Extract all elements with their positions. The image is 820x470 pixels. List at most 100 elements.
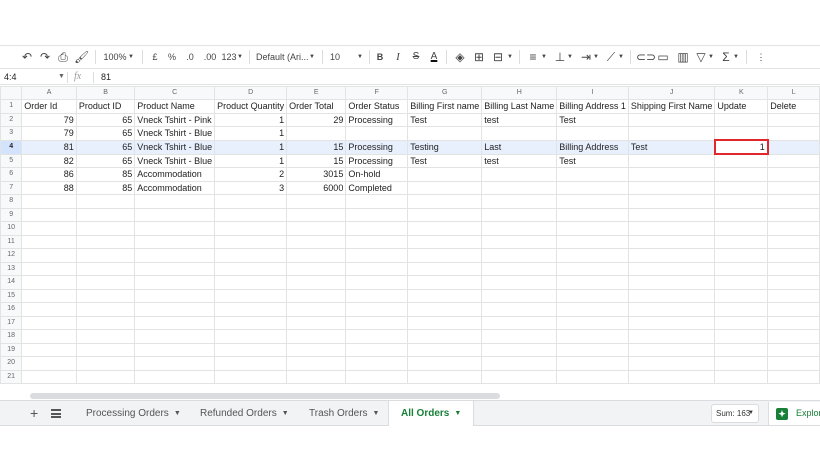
cell[interactable] — [767, 234, 820, 249]
cell[interactable] — [134, 329, 216, 344]
merge-cells-icon[interactable]: ⊟ — [491, 49, 505, 65]
sheet-tab[interactable]: Refunded Orders ▼ — [200, 401, 289, 426]
cell[interactable] — [134, 369, 216, 384]
cell[interactable]: 88 — [21, 180, 77, 195]
cell[interactable] — [481, 126, 558, 141]
cell[interactable] — [407, 288, 483, 303]
cell[interactable] — [134, 248, 216, 263]
explore-button[interactable]: ✦ Explore — [768, 402, 820, 425]
cell[interactable] — [767, 194, 820, 209]
cell[interactable] — [556, 194, 629, 209]
cell[interactable] — [21, 288, 77, 303]
percent-format-button[interactable]: % — [166, 49, 178, 65]
vertical-align-icon[interactable]: ⊥ — [553, 49, 567, 65]
column-header-c[interactable]: C — [134, 86, 216, 100]
cell[interactable] — [21, 207, 77, 222]
row-header[interactable]: 6 — [0, 167, 23, 182]
column-header-i[interactable]: I — [556, 86, 629, 100]
cell[interactable] — [407, 207, 483, 222]
cell[interactable] — [714, 167, 769, 182]
cell[interactable]: Test — [407, 153, 483, 168]
cell[interactable] — [627, 315, 716, 330]
horizontal-align-icon[interactable]: ≡ — [526, 49, 540, 65]
cell[interactable]: 1 — [214, 112, 288, 127]
cell[interactable] — [214, 221, 288, 236]
row-header[interactable]: 3 — [0, 126, 23, 141]
cell[interactable]: 79 — [21, 126, 77, 141]
cell[interactable]: Billing First name — [407, 99, 483, 114]
cell[interactable]: Update — [714, 99, 769, 114]
chevron-down-icon[interactable]: ▼ — [454, 410, 461, 417]
row-header[interactable]: 20 — [0, 356, 23, 371]
cell[interactable] — [134, 221, 216, 236]
cell[interactable] — [556, 248, 629, 263]
column-header-a[interactable]: A — [21, 86, 77, 100]
cell[interactable] — [407, 221, 483, 236]
cell[interactable] — [627, 342, 716, 357]
cell[interactable] — [21, 248, 77, 263]
font-size-select[interactable]: 10 — [328, 49, 342, 65]
chevron-down-icon[interactable]: ▼ — [732, 49, 740, 65]
chevron-down-icon[interactable]: ▼ — [356, 49, 364, 65]
formula-input[interactable]: 81 — [101, 69, 111, 85]
cell[interactable]: Processing — [345, 153, 409, 168]
column-header-j[interactable]: J — [627, 86, 716, 100]
cell[interactable] — [627, 194, 716, 209]
cell[interactable] — [767, 288, 820, 303]
chevron-down-icon[interactable]: ▼ — [58, 69, 65, 85]
cell[interactable] — [627, 153, 716, 168]
cell[interactable] — [21, 221, 77, 236]
cell[interactable] — [627, 167, 716, 182]
cell[interactable]: Vneck Tshirt - Blue — [134, 139, 216, 155]
chevron-down-icon[interactable]: ▼ — [506, 49, 514, 65]
cell[interactable] — [407, 356, 483, 371]
cell[interactable] — [286, 234, 347, 249]
cell[interactable]: 86 — [21, 167, 77, 182]
cell[interactable] — [767, 126, 820, 141]
cell[interactable] — [75, 221, 136, 236]
cell[interactable] — [767, 139, 820, 155]
fill-color-icon[interactable]: ◈ — [453, 49, 467, 65]
cell[interactable]: 6000 — [286, 180, 347, 195]
cell[interactable]: 3015 — [286, 167, 347, 182]
cell[interactable] — [134, 302, 216, 317]
cell[interactable]: Testing — [407, 139, 483, 155]
cell[interactable] — [481, 234, 558, 249]
cell[interactable] — [75, 288, 136, 303]
cell[interactable]: Test — [627, 139, 716, 155]
cell[interactable]: 85 — [75, 167, 136, 182]
cell[interactable] — [714, 207, 769, 222]
column-header-d[interactable]: D — [214, 86, 288, 100]
cell[interactable] — [345, 207, 409, 222]
cell[interactable] — [134, 356, 216, 371]
cell[interactable] — [134, 234, 216, 249]
row-header[interactable]: 21 — [0, 369, 23, 384]
currency-format-button[interactable]: £ — [149, 49, 161, 65]
cell[interactable] — [767, 356, 820, 371]
cell[interactable] — [75, 194, 136, 209]
cell[interactable] — [21, 234, 77, 249]
cell[interactable]: 82 — [21, 153, 77, 168]
cell[interactable] — [627, 207, 716, 222]
cell[interactable] — [345, 275, 409, 290]
cell[interactable]: Processing — [345, 112, 409, 127]
cell[interactable] — [407, 275, 483, 290]
cell[interactable]: Shipping First Name — [627, 99, 716, 114]
cell[interactable] — [75, 234, 136, 249]
cell[interactable]: Product Quantity — [214, 99, 288, 114]
cell[interactable] — [286, 369, 347, 384]
cell[interactable] — [481, 342, 558, 357]
cell[interactable] — [75, 302, 136, 317]
font-family-select[interactable]: Default (Ari... — [256, 49, 309, 65]
cell[interactable] — [286, 261, 347, 276]
row-header[interactable]: 2 — [0, 112, 23, 127]
cell[interactable]: Billing Address 1 — [556, 99, 629, 114]
cell[interactable]: 3 — [214, 180, 288, 195]
cell[interactable] — [407, 302, 483, 317]
row-header[interactable]: 13 — [0, 261, 23, 276]
chevron-down-icon[interactable]: ▼ — [707, 49, 715, 65]
column-header-f[interactable]: F — [345, 86, 409, 100]
cell[interactable] — [627, 369, 716, 384]
cell[interactable] — [556, 342, 629, 357]
cell[interactable] — [286, 221, 347, 236]
